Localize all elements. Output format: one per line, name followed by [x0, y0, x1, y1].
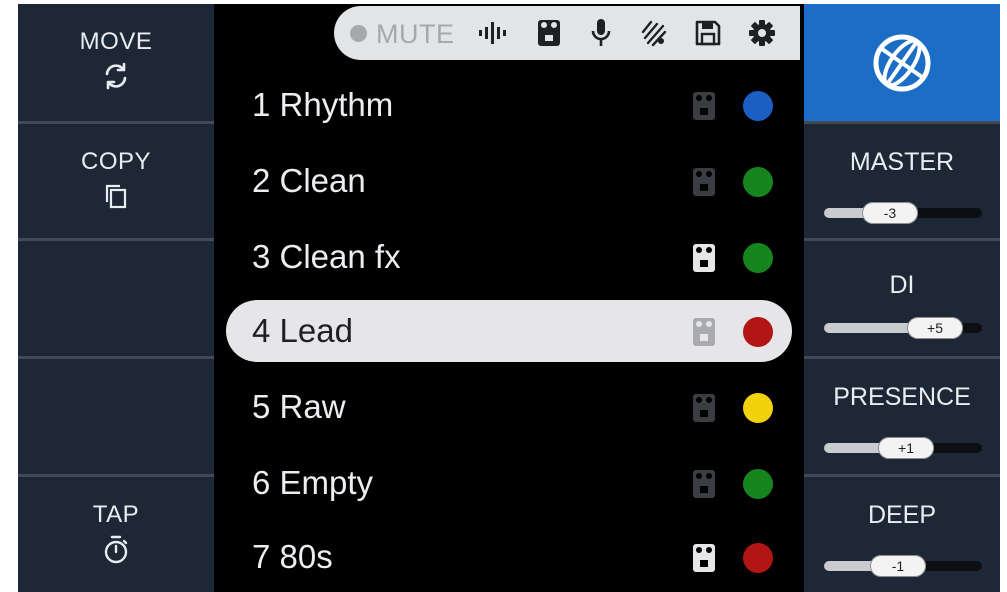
knob-slider[interactable]: -3: [824, 202, 982, 224]
preset-color-dot: [743, 317, 773, 347]
globe-button[interactable]: [804, 4, 1000, 121]
preset-row[interactable]: 4 Lead: [226, 300, 792, 362]
gear-icon[interactable]: [742, 6, 782, 60]
knob-label: DEEP: [867, 501, 937, 529]
right-knob-column: MASTER -3 DI +5 PRESENCE +1 DEEP -1: [804, 4, 1000, 592]
knob-slider[interactable]: +5: [824, 317, 982, 339]
preset-row[interactable]: 1 Rhythm: [226, 74, 792, 136]
preset-color-dot: [743, 393, 773, 423]
knob-slider[interactable]: -1: [824, 555, 982, 577]
preset-row[interactable]: 6 Empty: [226, 452, 792, 514]
slider-thumb[interactable]: -1: [870, 555, 926, 577]
pedal-icon: [692, 243, 716, 278]
preset-color-dot: [743, 167, 773, 197]
knob-slider[interactable]: +1: [824, 437, 982, 459]
preset-color-dot: [743, 543, 773, 573]
preset-color-dot: [743, 243, 773, 273]
pedal-icon: [692, 317, 716, 352]
preset-name: 1 Rhythm: [252, 86, 394, 123]
empty-button-3[interactable]: [18, 241, 214, 356]
device-screen: MOVE COPY TAP MUTE 1 Rhythm 2 Clean 3 Cl…: [18, 4, 1000, 592]
knob-label: DI: [889, 271, 915, 299]
copy-label: COPY: [80, 148, 151, 175]
knob-label: PRESENCE: [833, 383, 971, 411]
knob-label: MASTER: [849, 148, 955, 176]
preset-name: 5 Raw: [252, 388, 346, 425]
stopwatch-icon: [104, 535, 128, 564]
knob-deep[interactable]: DEEP -1: [804, 477, 1000, 592]
move-label: MOVE: [79, 28, 153, 55]
globe-icon: [873, 34, 931, 91]
tap-button[interactable]: TAP: [18, 477, 214, 592]
preset-list: MUTE 1 Rhythm 2 Clean 3 Clean fx 4 Lead …: [214, 4, 804, 592]
preset-name: 4 Lead: [252, 312, 353, 349]
left-button-column: MOVE COPY TAP: [18, 4, 214, 592]
record-dot-icon: [350, 25, 367, 42]
slider-thumb[interactable]: +5: [907, 317, 963, 339]
preset-name: 2 Clean: [252, 162, 366, 199]
knob-di[interactable]: DI +5: [804, 241, 1000, 356]
save-icon[interactable]: [688, 6, 728, 60]
move-button[interactable]: MOVE: [18, 4, 214, 121]
pedal-icon: [692, 91, 716, 126]
preset-color-dot: [743, 91, 773, 121]
preset-name: 7 80s: [252, 538, 333, 575]
empty-button-4[interactable]: [18, 359, 214, 474]
pedal-icon: [692, 469, 716, 504]
preset-row[interactable]: 5 Raw: [226, 376, 792, 438]
tap-label: TAP: [92, 501, 140, 528]
knob-master[interactable]: MASTER -3: [804, 124, 1000, 238]
knob-presence[interactable]: PRESENCE +1: [804, 359, 1000, 474]
microphone-icon[interactable]: [582, 6, 620, 60]
toolbar: MUTE: [334, 6, 800, 60]
preset-row[interactable]: 2 Clean: [226, 150, 792, 212]
preset-row[interactable]: 3 Clean fx: [226, 226, 792, 288]
refresh-icon: [105, 62, 127, 90]
pedal-icon: [692, 543, 716, 578]
pedal-icon: [692, 167, 716, 202]
slider-thumb[interactable]: +1: [878, 437, 934, 459]
preset-color-dot: [743, 469, 773, 499]
pedal-icon[interactable]: [530, 6, 568, 60]
copy-icon: [105, 184, 127, 209]
preset-row[interactable]: 7 80s: [226, 526, 792, 588]
tuner-icon[interactable]: [472, 6, 512, 60]
mute-button[interactable]: MUTE: [376, 19, 455, 50]
slider-thumb[interactable]: -3: [862, 202, 918, 224]
preset-name: 6 Empty: [252, 464, 374, 501]
bluetooth-audio-icon[interactable]: [634, 6, 674, 60]
pedal-icon: [692, 393, 716, 428]
copy-button[interactable]: COPY: [18, 124, 214, 238]
preset-name: 3 Clean fx: [252, 238, 401, 275]
